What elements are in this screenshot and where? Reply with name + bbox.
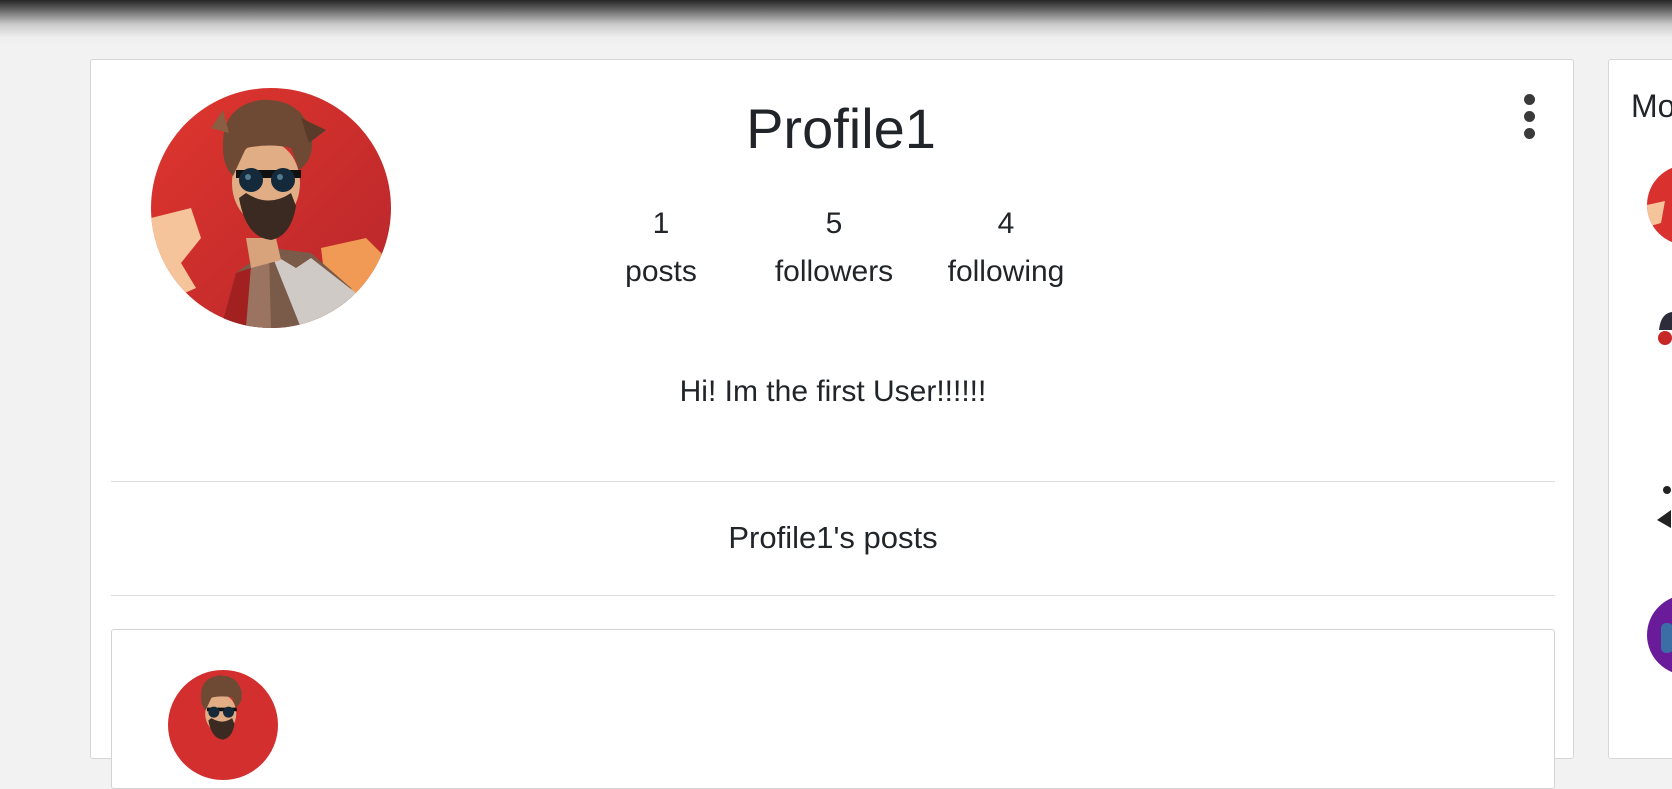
stat-posts-count: 1 [652,207,670,240]
profile-username: Profile1 [746,97,936,160]
avatar-illustration [168,670,278,780]
vertical-ellipsis-icon-dot [1523,127,1535,139]
vertical-ellipsis-icon [1523,93,1535,105]
stat-posts[interactable]: 1 posts [581,200,741,296]
suggested-user-avatar[interactable] [1647,595,1672,675]
suggested-user-avatar[interactable] [1647,165,1672,245]
avatar-illustration [1647,595,1672,675]
stat-following[interactable]: 4 following [926,200,1086,296]
vertical-ellipsis-icon-dot [1523,110,1535,122]
stat-followers-count: 5 [825,207,843,240]
divider [111,481,1555,482]
stat-posts-label: posts [625,255,697,288]
profile-bio: Hi! Im the first User!!!!!! [679,375,987,408]
divider [111,595,1555,596]
posts-heading: Profile1's posts [728,520,938,555]
stat-followers[interactable]: 5 followers [754,200,914,296]
avatar-illustration [1647,300,1672,380]
suggestions-card: Mo [1608,59,1672,759]
stat-followers-label: followers [774,255,894,288]
stat-following-count: 4 [997,207,1015,240]
profile-card: Profile1 1 posts 5 followers 4 following… [90,59,1575,789]
avatar-illustration [1647,165,1672,245]
suggestions-title: Mo [1631,88,1672,124]
post-author-avatar[interactable] [168,670,278,780]
avatar-illustration [1647,470,1672,550]
more-options-button[interactable] [1513,90,1545,142]
post-card[interactable] [111,629,1555,789]
profile-stats: 1 posts 5 followers 4 following [91,200,1575,310]
top-navbar [0,0,1672,48]
suggested-user-avatar[interactable] [1647,300,1672,380]
suggested-user-avatar[interactable] [1647,470,1672,550]
stat-following-label: following [947,255,1065,288]
